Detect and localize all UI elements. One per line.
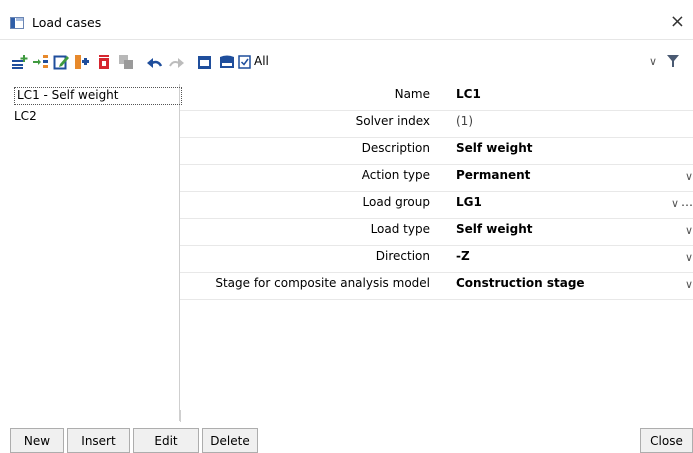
property-label: Solver index bbox=[355, 114, 430, 128]
copy-icon[interactable] bbox=[74, 54, 92, 70]
property-row-action-type: Action type Permanent ∨ bbox=[180, 165, 693, 192]
property-label: Direction bbox=[375, 249, 430, 263]
save-icon[interactable] bbox=[218, 54, 236, 70]
new-icon[interactable] bbox=[11, 54, 29, 70]
solver-index-value: (1) bbox=[456, 114, 473, 128]
load-group-browse-button[interactable]: … bbox=[681, 195, 693, 209]
edit-icon[interactable] bbox=[53, 54, 71, 70]
delete-icon[interactable] bbox=[96, 54, 114, 70]
property-label: Name bbox=[394, 87, 430, 101]
property-label: Description bbox=[361, 141, 430, 155]
property-row-solver-index: Solver index (1) bbox=[180, 111, 693, 138]
direction-select[interactable]: -Z bbox=[456, 249, 470, 263]
property-label: Load group bbox=[362, 195, 430, 209]
insert-icon[interactable] bbox=[32, 54, 50, 70]
insert-button[interactable]: Insert bbox=[67, 428, 130, 453]
property-row-name: Name LC1 bbox=[180, 84, 693, 111]
window-icon[interactable] bbox=[196, 54, 214, 70]
undo-icon[interactable] bbox=[146, 54, 164, 70]
property-row-stage: Stage for composite analysis model Const… bbox=[180, 273, 693, 300]
edit-button[interactable]: Edit bbox=[133, 428, 199, 453]
list-item[interactable]: LC1 - Self weight bbox=[14, 87, 182, 105]
duplicate-icon[interactable] bbox=[118, 54, 136, 70]
list-item[interactable]: LC2 bbox=[12, 108, 39, 124]
load-type-select[interactable]: Self weight bbox=[456, 222, 533, 236]
chevron-down-icon[interactable]: ∨ bbox=[685, 251, 693, 264]
chevron-down-icon[interactable]: ∨ bbox=[649, 55, 657, 68]
load-group-select[interactable]: LG1 bbox=[456, 195, 482, 209]
chevron-down-icon[interactable]: ∨ bbox=[685, 170, 693, 183]
close-window-button[interactable]: × bbox=[670, 10, 685, 34]
list-divider bbox=[176, 410, 181, 422]
filter-select[interactable]: All bbox=[254, 54, 269, 68]
window-title: Load cases bbox=[32, 15, 102, 30]
close-button[interactable]: Close bbox=[640, 428, 693, 453]
funnel-icon[interactable] bbox=[666, 54, 680, 71]
description-field[interactable]: Self weight bbox=[456, 141, 533, 155]
property-row-load-group: Load group LG1 ∨ … bbox=[180, 192, 693, 219]
window-app-icon bbox=[10, 17, 24, 29]
delete-button[interactable]: Delete bbox=[202, 428, 258, 453]
redo-icon[interactable] bbox=[167, 54, 185, 70]
check-icon[interactable] bbox=[238, 54, 252, 70]
property-label: Action type bbox=[361, 168, 430, 182]
title-bar: Load cases × bbox=[0, 6, 693, 40]
chevron-down-icon[interactable]: ∨ bbox=[685, 278, 693, 291]
button-bar: New Insert Edit Delete Close bbox=[0, 423, 693, 453]
load-case-list: LC1 - Self weight LC2 bbox=[10, 84, 182, 421]
chevron-down-icon[interactable]: ∨ bbox=[671, 197, 679, 210]
property-row-description: Description Self weight bbox=[180, 138, 693, 165]
property-label: Stage for composite analysis model bbox=[215, 276, 430, 290]
property-label: Load type bbox=[370, 222, 430, 236]
property-row-load-type: Load type Self weight ∨ bbox=[180, 219, 693, 246]
toolbar: All ∨ bbox=[0, 40, 693, 83]
property-row-direction: Direction -Z ∨ bbox=[180, 246, 693, 273]
new-button[interactable]: New bbox=[10, 428, 64, 453]
name-field[interactable]: LC1 bbox=[456, 87, 481, 101]
stage-select[interactable]: Construction stage bbox=[456, 276, 585, 290]
chevron-down-icon[interactable]: ∨ bbox=[685, 224, 693, 237]
action-type-select[interactable]: Permanent bbox=[456, 168, 530, 182]
